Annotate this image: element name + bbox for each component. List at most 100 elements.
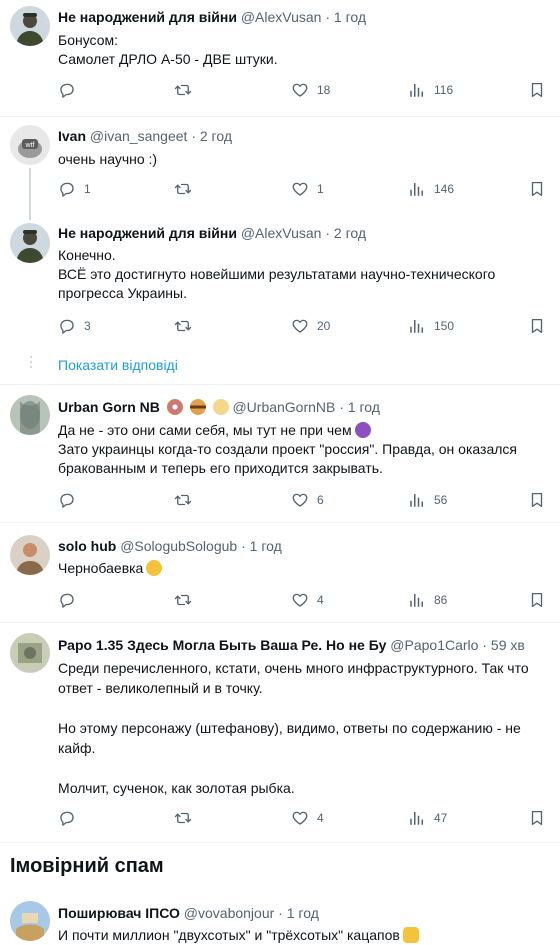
tweet-text: Чернобаевка	[58, 559, 163, 578]
thumbs-up-emoji	[402, 927, 419, 943]
heart-icon	[291, 81, 309, 99]
tweet-line: ответ - великолепный и в точку.	[58, 680, 263, 696]
tweet-line: очень научно :)	[58, 151, 158, 167]
section-title: Імовірний спам	[10, 855, 164, 877]
bookmark-button[interactable]	[528, 491, 546, 509]
tweet[interactable]: Раро 1.35 Здесь Могла Быть Ваша Ре. Но н…	[0, 623, 560, 840]
bookmark-icon	[528, 591, 546, 609]
author-handle[interactable]: @ivan_sangeet	[90, 128, 188, 144]
views-button[interactable]: 146	[408, 180, 454, 198]
avatar[interactable]	[10, 633, 50, 673]
timestamp[interactable]: 1 год	[348, 399, 380, 415]
separator: ·	[482, 637, 488, 653]
tweet[interactable]: Поширювач ІПСО @vovabonjour · 1 год И по…	[0, 893, 560, 945]
reply-button[interactable]	[58, 591, 84, 609]
bookmark-button[interactable]	[528, 180, 546, 198]
tweet[interactable]: wtf Ivan @ivan_sangeet · 2 год очень нау…	[0, 117, 560, 215]
timestamp[interactable]: 2 год	[334, 225, 366, 241]
views-button[interactable]: 150	[408, 317, 454, 335]
tweet[interactable]: Urban Gorn NB @UrbanGornNB · 1 год Да не…	[0, 385, 560, 520]
like-button[interactable]: 20	[291, 317, 330, 335]
tweet[interactable]: solo hub @SologubSologub · 1 год Черноба…	[0, 523, 560, 620]
reply-button[interactable]	[58, 809, 84, 827]
heart-icon	[291, 491, 309, 509]
author-handle[interactable]: @vovabonjour	[184, 905, 275, 921]
tweet-line: прогресса Украины.	[58, 285, 187, 301]
views-count: 86	[434, 593, 448, 607]
heart-icon	[291, 180, 309, 198]
retweet-button[interactable]	[174, 81, 200, 99]
views-count: 116	[434, 83, 454, 97]
reply-icon	[58, 491, 76, 509]
tweet-line: бракованным и теперь его приходится закр…	[58, 460, 383, 476]
reply-button[interactable]	[58, 491, 84, 509]
reply-button[interactable]: 1	[58, 180, 91, 198]
timestamp[interactable]: 1 год	[250, 538, 282, 554]
retweet-icon	[174, 591, 192, 609]
reply-icon	[58, 317, 76, 335]
bookmark-button[interactable]	[528, 591, 546, 609]
author-name[interactable]: Поширювач ІПСО	[58, 905, 180, 921]
reply-button[interactable]	[58, 81, 84, 99]
retweet-button[interactable]	[174, 491, 200, 509]
avatar[interactable]	[10, 395, 50, 435]
author-handle[interactable]: @AlexVusan	[241, 225, 322, 241]
author-handle[interactable]: @Papo1Carlo	[390, 637, 478, 653]
tweet-line	[58, 698, 529, 718]
action-bar: 18 116	[58, 81, 560, 101]
retweet-icon	[174, 180, 192, 198]
tweet-line: Среди перечисленного, кстати, очень мног…	[58, 660, 529, 676]
views-icon	[408, 491, 426, 509]
retweet-button[interactable]	[174, 591, 200, 609]
tweet-line: Зато украинцы когда-то создали проект "р…	[58, 441, 517, 457]
tweet-text: Конечно. ВСЁ это достигнуто новейшими ре…	[58, 246, 495, 303]
smile-emoji	[146, 560, 163, 576]
author-name[interactable]: Ivan	[58, 128, 86, 144]
bookmark-button[interactable]	[528, 317, 546, 335]
thread-dots	[30, 356, 32, 371]
bookmark-button[interactable]	[528, 809, 546, 827]
like-button[interactable]: 18	[291, 81, 330, 99]
views-button[interactable]: 56	[408, 491, 447, 509]
views-button[interactable]: 86	[408, 591, 447, 609]
author-name[interactable]: Раро 1.35 Здесь Могла Быть Ваша Ре. Но н…	[58, 637, 386, 653]
like-button[interactable]: 1	[291, 180, 324, 198]
tweet[interactable]: Не народжений для війни @AlexVusan · 1 г…	[0, 0, 560, 116]
bookmark-button[interactable]	[528, 81, 546, 99]
avatar[interactable]	[10, 6, 50, 46]
tweet[interactable]: Не народжений для війни @AlexVusan · 2 г…	[0, 215, 560, 350]
bookmark-icon	[528, 81, 546, 99]
action-bar: 4 86	[58, 591, 560, 611]
author-handle[interactable]: @UrbanGornNB	[232, 399, 335, 415]
show-replies-link[interactable]: Показати відповіді	[58, 357, 178, 373]
like-button[interactable]: 4	[291, 591, 324, 609]
author-name[interactable]: Urban Gorn NB	[58, 399, 160, 415]
tweet-text: очень научно :)	[58, 150, 157, 169]
reply-button[interactable]: 3	[58, 317, 91, 335]
reply-count: 1	[84, 182, 91, 196]
timestamp[interactable]: 1 год	[334, 9, 366, 25]
views-button[interactable]: 116	[408, 81, 453, 99]
like-count: 6	[317, 493, 324, 507]
avatar[interactable]	[10, 901, 50, 941]
timestamp[interactable]: 2 год	[200, 128, 232, 144]
author-name[interactable]: Не народжений для війни	[58, 225, 237, 241]
views-count: 56	[434, 493, 448, 507]
views-button[interactable]: 47	[408, 809, 447, 827]
author-name[interactable]: solo hub	[58, 538, 116, 554]
bookmark-icon	[528, 809, 546, 827]
like-button[interactable]: 6	[291, 491, 324, 509]
avatar[interactable]: wtf	[10, 125, 50, 165]
like-button[interactable]: 4	[291, 809, 324, 827]
retweet-button[interactable]	[174, 317, 200, 335]
author-handle[interactable]: @SologubSologub	[120, 538, 237, 554]
retweet-button[interactable]	[174, 180, 200, 198]
author-name[interactable]: Не народжений для війни	[58, 9, 237, 25]
author-handle[interactable]: @AlexVusan	[241, 9, 322, 25]
retweet-button[interactable]	[174, 809, 200, 827]
timestamp[interactable]: 59 хв	[491, 637, 525, 653]
avatar[interactable]	[10, 535, 50, 575]
tweet-text: Среди перечисленного, кстати, очень мног…	[58, 658, 529, 798]
timestamp[interactable]: 1 год	[287, 905, 319, 921]
avatar[interactable]	[10, 223, 50, 263]
